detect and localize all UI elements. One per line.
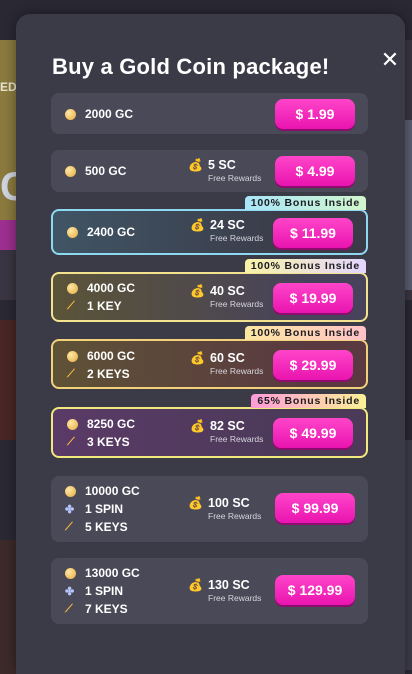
buy-button-3[interactable]: $ 11.99 [273,218,353,248]
key-icon: ⟋ [67,367,75,380]
package-card-2: 500 GC 💰 5 SC Free Rewards $ 4.99 [51,150,368,192]
buy-button-1[interactable]: $ 1.99 [275,99,355,129]
package-sc: 💰 82 SC Free Rewards [190,419,263,444]
package-gc-row: 13000 GC [65,566,140,580]
free-rewards-label: Free Rewards [210,434,264,444]
buy-button-5[interactable]: $ 29.99 [273,350,353,380]
package-sc: 💰 60 SC Free Rewards [190,351,263,376]
modal-title: Buy a Gold Coin package! [52,54,330,79]
money-bag-icon: 💰 [190,419,205,433]
background-bottom-left [0,540,16,674]
package-sc: 💰 24 SC Free Rewards [190,218,263,243]
package-gc: 10000 GC [85,484,140,498]
gold-coin-icon [67,418,78,430]
package-keys-row: ⟋ 1 KEY [67,299,122,313]
package-sc-amount: 24 SC [210,218,245,232]
package-card-1: 2000 GC $ 1.99 [51,93,368,134]
close-icon[interactable]: ✕ [377,47,403,73]
package-card-5: 100% Bonus Inside 6000 GC ⟋ 2 KEYS 💰 60 S… [51,326,368,389]
buy-button-6[interactable]: $ 49.99 [273,418,353,448]
package-card-7: 10000 GC ✤ 1 SPIN ⟋ 5 KEYS 💰 100 SC Free … [51,476,368,542]
bonus-tag: 100% Bonus Inside [244,326,366,340]
gold-coin-icon [67,282,78,294]
package-sc: 💰 130 SC Free Rewards [188,578,261,603]
package-gc: 2400 GC [87,225,136,239]
package-keys-row: ⟋ 2 KEYS [67,367,130,381]
buy-button-7[interactable]: $ 99.99 [275,493,355,523]
buy-button-4[interactable]: $ 19.99 [273,283,353,313]
package-gc: 6000 GC [87,349,136,363]
package-sc-amount: 40 SC [210,284,245,298]
package-keys: 3 KEYS [87,435,130,449]
key-icon: ⟋ [65,520,73,533]
buy-button-8[interactable]: $ 129.99 [275,575,355,605]
package-sc: 💰 100 SC Free Rewards [188,496,261,521]
package-sc: 💰 40 SC Free Rewards [190,284,263,309]
key-icon: ⟋ [65,602,73,615]
bonus-tag: 100% Bonus Inside [244,259,366,273]
package-gc: 500 GC [85,164,127,178]
package-gc: 8250 GC [87,417,136,431]
money-bag-icon: 💰 [190,284,205,298]
gold-coin-icon [65,165,76,177]
package-keys-row: ⟋ 5 KEYS [65,520,128,534]
package-gc-row: 500 GC [65,164,126,178]
package-sc: 💰 5 SC Free Rewards [188,158,261,183]
package-keys-row: ⟋ 7 KEYS [65,602,128,616]
money-bag-icon: 💰 [190,218,205,232]
free-rewards-label: Free Rewards [208,511,262,521]
gold-coin-icon [65,485,76,497]
free-rewards-label: Free Rewards [208,593,262,603]
package-sc-amount: 82 SC [210,419,245,433]
free-rewards-label: Free Rewards [210,366,264,376]
money-bag-icon: 💰 [190,351,205,365]
gold-coin-icon [67,226,78,238]
money-bag-icon: 💰 [188,158,203,172]
package-keys: 5 KEYS [85,520,128,534]
background-left-image [0,320,16,440]
package-card-8: 13000 GC ✤ 1 SPIN ⟋ 7 KEYS 💰 130 SC Free … [51,558,368,624]
key-icon: ⟋ [67,435,75,448]
package-gc: 4000 GC [87,281,136,295]
package-gc-row: 4000 GC [67,281,135,295]
package-card-4: 100% Bonus Inside 4000 GC ⟋ 1 KEY 💰 40 SC… [51,259,368,322]
package-sc-amount: 130 SC [208,578,250,592]
package-keys-row: ⟋ 3 KEYS [67,435,130,449]
package-keys: 2 KEYS [87,367,130,381]
package-spin-row: ✤ 1 SPIN [65,502,123,516]
spin-icon: ✤ [65,585,75,598]
package-gc-row: 2000 GC [65,107,133,121]
spin-icon: ✤ [65,503,75,516]
package-card-6: 65% Bonus Inside 8250 GC ⟋ 3 KEYS 💰 82 SC… [51,394,368,458]
free-rewards-label: Free Rewards [210,299,264,309]
background-pink-strip [0,220,16,250]
package-spin: 1 SPIN [85,502,124,516]
package-gc-row: 2400 GC [67,225,135,239]
key-icon: ⟋ [67,299,75,312]
package-keys: 1 KEY [87,299,122,313]
package-card-3: 100% Bonus Inside 2400 GC 💰 24 SC Free Re… [51,196,368,255]
buy-button-2[interactable]: $ 4.99 [275,156,355,186]
package-sc-amount: 60 SC [210,351,245,365]
bonus-tag: 65% Bonus Inside [251,394,366,408]
package-gc-row: 8250 GC [67,417,135,431]
package-keys: 7 KEYS [85,602,128,616]
package-sc-amount: 5 SC [208,158,236,172]
gold-coin-icon [65,108,76,120]
package-gc-row: 6000 GC [67,349,135,363]
package-gc: 2000 GC [85,107,134,121]
package-spin-row: ✤ 1 SPIN [65,584,123,598]
bonus-tag: 100% Bonus Inside [244,196,366,210]
free-rewards-label: Free Rewards [208,173,262,183]
background-partial-text: ED [0,80,17,94]
free-rewards-label: Free Rewards [210,233,264,243]
package-spin: 1 SPIN [85,584,124,598]
gold-coin-icon [67,350,78,362]
package-gc: 13000 GC [85,566,140,580]
gold-coin-icon [65,567,76,579]
package-gc-row: 10000 GC [65,484,140,498]
money-bag-icon: 💰 [188,496,203,510]
package-sc-amount: 100 SC [208,496,250,510]
money-bag-icon: 💰 [188,578,203,592]
